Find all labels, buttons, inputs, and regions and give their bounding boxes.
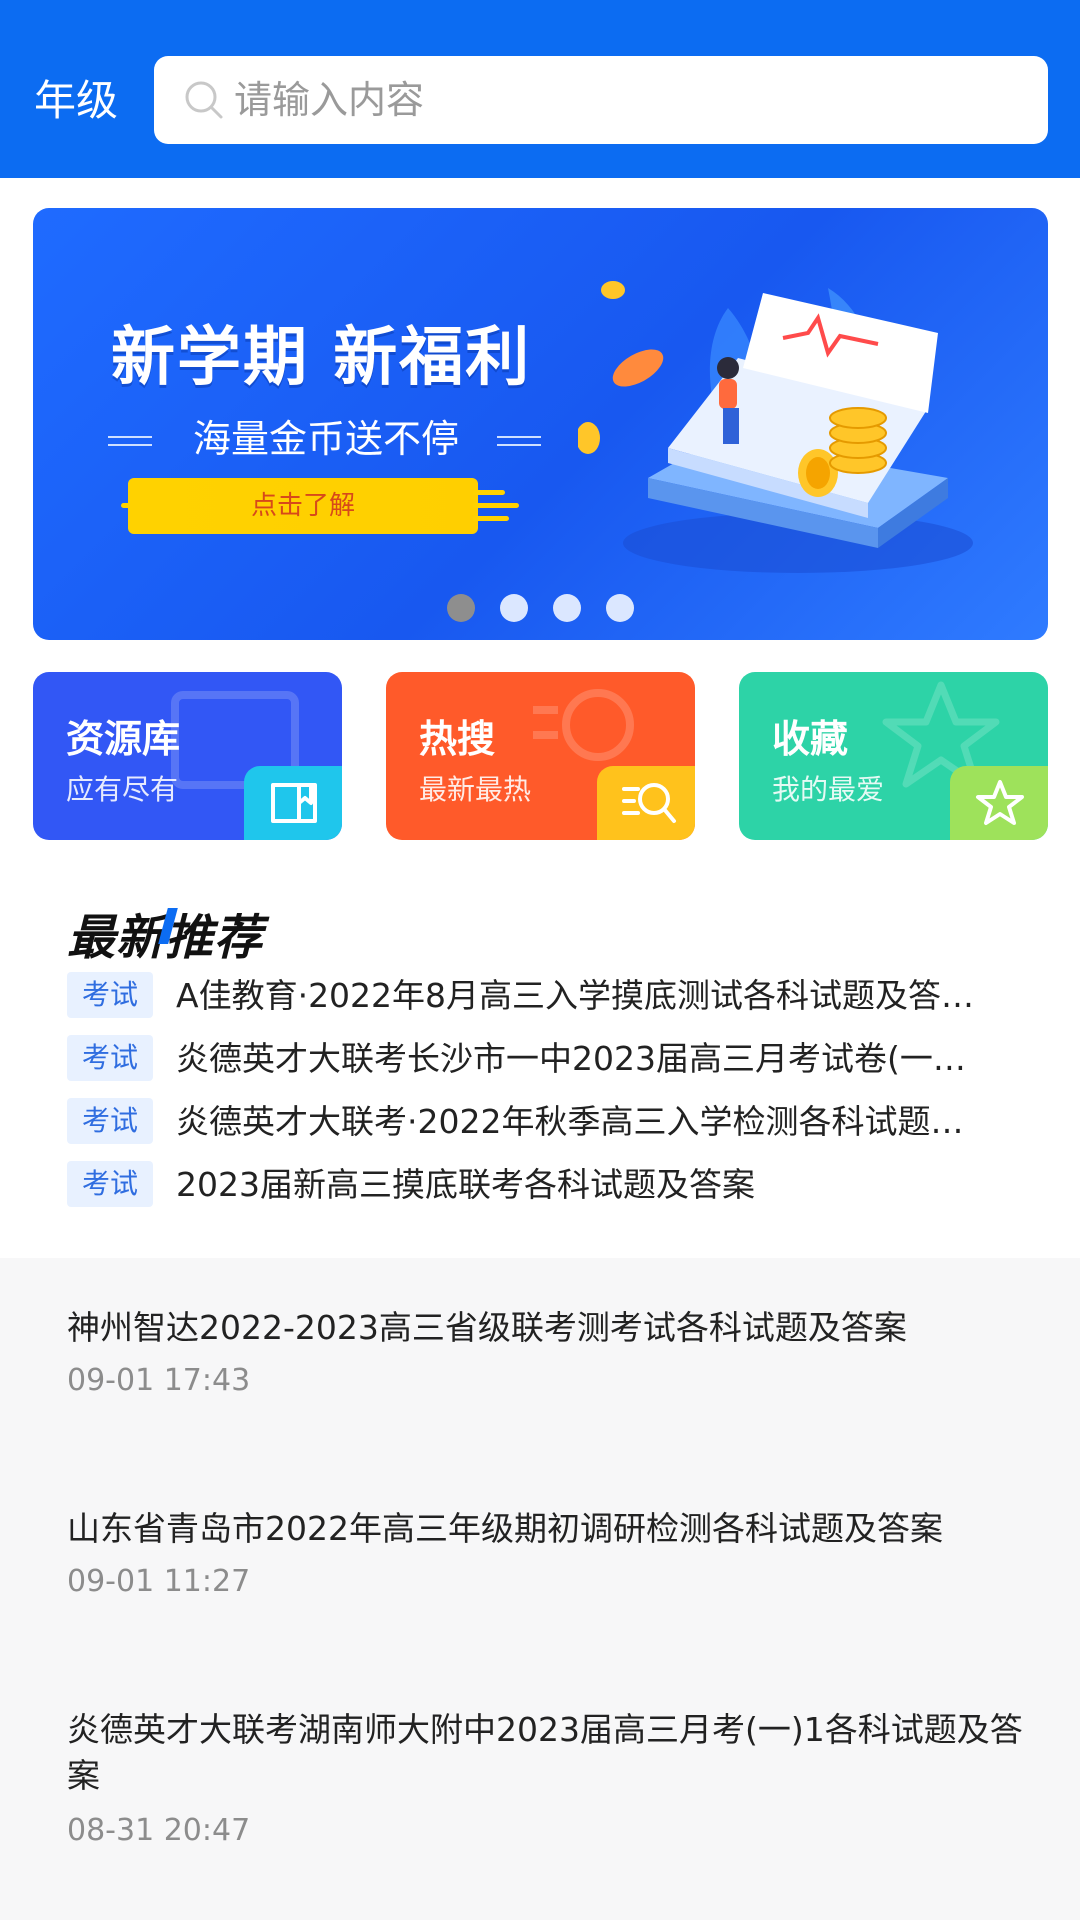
category-tag: 考试 bbox=[67, 1035, 153, 1081]
recommend-item[interactable]: 考试 A佳教育·2022年8月高三入学摸底测试各科试题及答… bbox=[67, 972, 1027, 1020]
article-time: 08-31 20:47 bbox=[67, 1813, 251, 1848]
recommend-item[interactable]: 考试 炎德英才大联考·2022年秋季高三入学检测各科试题… bbox=[67, 1098, 1027, 1146]
banner-title: 新学期 新福利 bbox=[111, 321, 532, 395]
favorites-card[interactable]: 收藏 我的最爱 bbox=[739, 672, 1048, 840]
promo-banner[interactable]: 新学期 新福利 海量金币送不停 点击了解 bbox=[33, 208, 1048, 640]
article-title: 炎德英才大联考湖南师大附中2023届高三月考(一)1各科试题及答案 bbox=[67, 1710, 1023, 1795]
star-icon bbox=[976, 780, 1024, 825]
card-title: 收藏 bbox=[772, 717, 849, 761]
recommend-title: 炎德英才大联考·2022年秋季高三入学检测各科试题… bbox=[176, 1102, 964, 1141]
article-time: 09-01 11:27 bbox=[67, 1564, 251, 1599]
card-subtitle: 最新最热 bbox=[419, 773, 532, 806]
banner-cta-button[interactable]: 点击了解 bbox=[128, 478, 478, 534]
card-subtitle: 应有尽有 bbox=[66, 773, 179, 806]
search-bar[interactable] bbox=[154, 56, 1048, 144]
article-time: 09-01 17:43 bbox=[67, 1363, 251, 1398]
app-screen: 年级 新学期 新福利 海量金币送不停 点击了解 bbox=[0, 0, 1080, 1920]
book-illustration bbox=[578, 281, 973, 573]
hot-search-card[interactable]: 热搜 最新最热 bbox=[386, 672, 695, 840]
hot-search-icon bbox=[622, 783, 676, 823]
article-item[interactable]: 神州智达2022-2023高三省级联考测考试各科试题及答案 09-01 17:4… bbox=[33, 1305, 1048, 1415]
category-tag: 考试 bbox=[67, 1098, 153, 1144]
card-subtitle: 我的最爱 bbox=[772, 773, 885, 806]
grade-selector[interactable]: 年级 bbox=[34, 70, 118, 132]
recommend-title: 2023届新高三摸底联考各科试题及答案 bbox=[176, 1165, 755, 1204]
article-title: 山东省青岛市2022年高三年级期初调研检测各科试题及答案 bbox=[67, 1509, 943, 1548]
carousel-dot[interactable] bbox=[553, 594, 582, 622]
decor-line bbox=[497, 436, 541, 446]
top-bar: 年级 bbox=[0, 0, 1080, 178]
banner-subtitle: 海量金币送不停 bbox=[192, 417, 459, 461]
carousel-dot[interactable] bbox=[606, 594, 635, 622]
latest-recommend-section: 最新推荐 考试 A佳教育·2022年8月高三入学摸底测试各科试题及答… 考试 炎… bbox=[33, 868, 1048, 1258]
article-title: 神州智达2022-2023高三省级联考测考试各科试题及答案 bbox=[67, 1308, 907, 1347]
card-badge bbox=[950, 766, 1048, 840]
category-tag: 考试 bbox=[67, 1161, 153, 1207]
recommend-title: A佳教育·2022年8月高三入学摸底测试各科试题及答… bbox=[176, 976, 975, 1015]
carousel-dot[interactable] bbox=[446, 594, 475, 622]
decor-dashes bbox=[473, 478, 519, 534]
category-tag: 考试 bbox=[67, 972, 153, 1018]
recommend-item[interactable]: 考试 2023届新高三摸底联考各科试题及答案 bbox=[67, 1161, 1027, 1209]
search-input[interactable] bbox=[234, 56, 1024, 144]
carousel-dot[interactable] bbox=[499, 594, 528, 622]
recommend-title: 炎德英才大联考长沙市一中2023届高三月考试卷(一… bbox=[176, 1039, 966, 1078]
recommend-item[interactable]: 考试 炎德英才大联考长沙市一中2023届高三月考试卷(一… bbox=[67, 1035, 1027, 1083]
card-title: 资源库 bbox=[66, 717, 181, 761]
card-badge bbox=[244, 766, 342, 840]
card-badge bbox=[597, 766, 695, 840]
resource-library-card[interactable]: 资源库 应有尽有 bbox=[33, 672, 342, 840]
article-item[interactable]: 炎德英才大联考湖南师大附中2023届高三月考(一)1各科试题及答案 08-31 … bbox=[33, 1707, 1048, 1867]
article-item[interactable]: 山东省青岛市2022年高三年级期初调研检测各科试题及答案 09-01 11:27 bbox=[33, 1506, 1048, 1616]
card-title: 热搜 bbox=[419, 717, 496, 761]
search-icon bbox=[185, 81, 223, 119]
folder-icon bbox=[271, 783, 317, 823]
carousel-indicators bbox=[33, 594, 1048, 624]
